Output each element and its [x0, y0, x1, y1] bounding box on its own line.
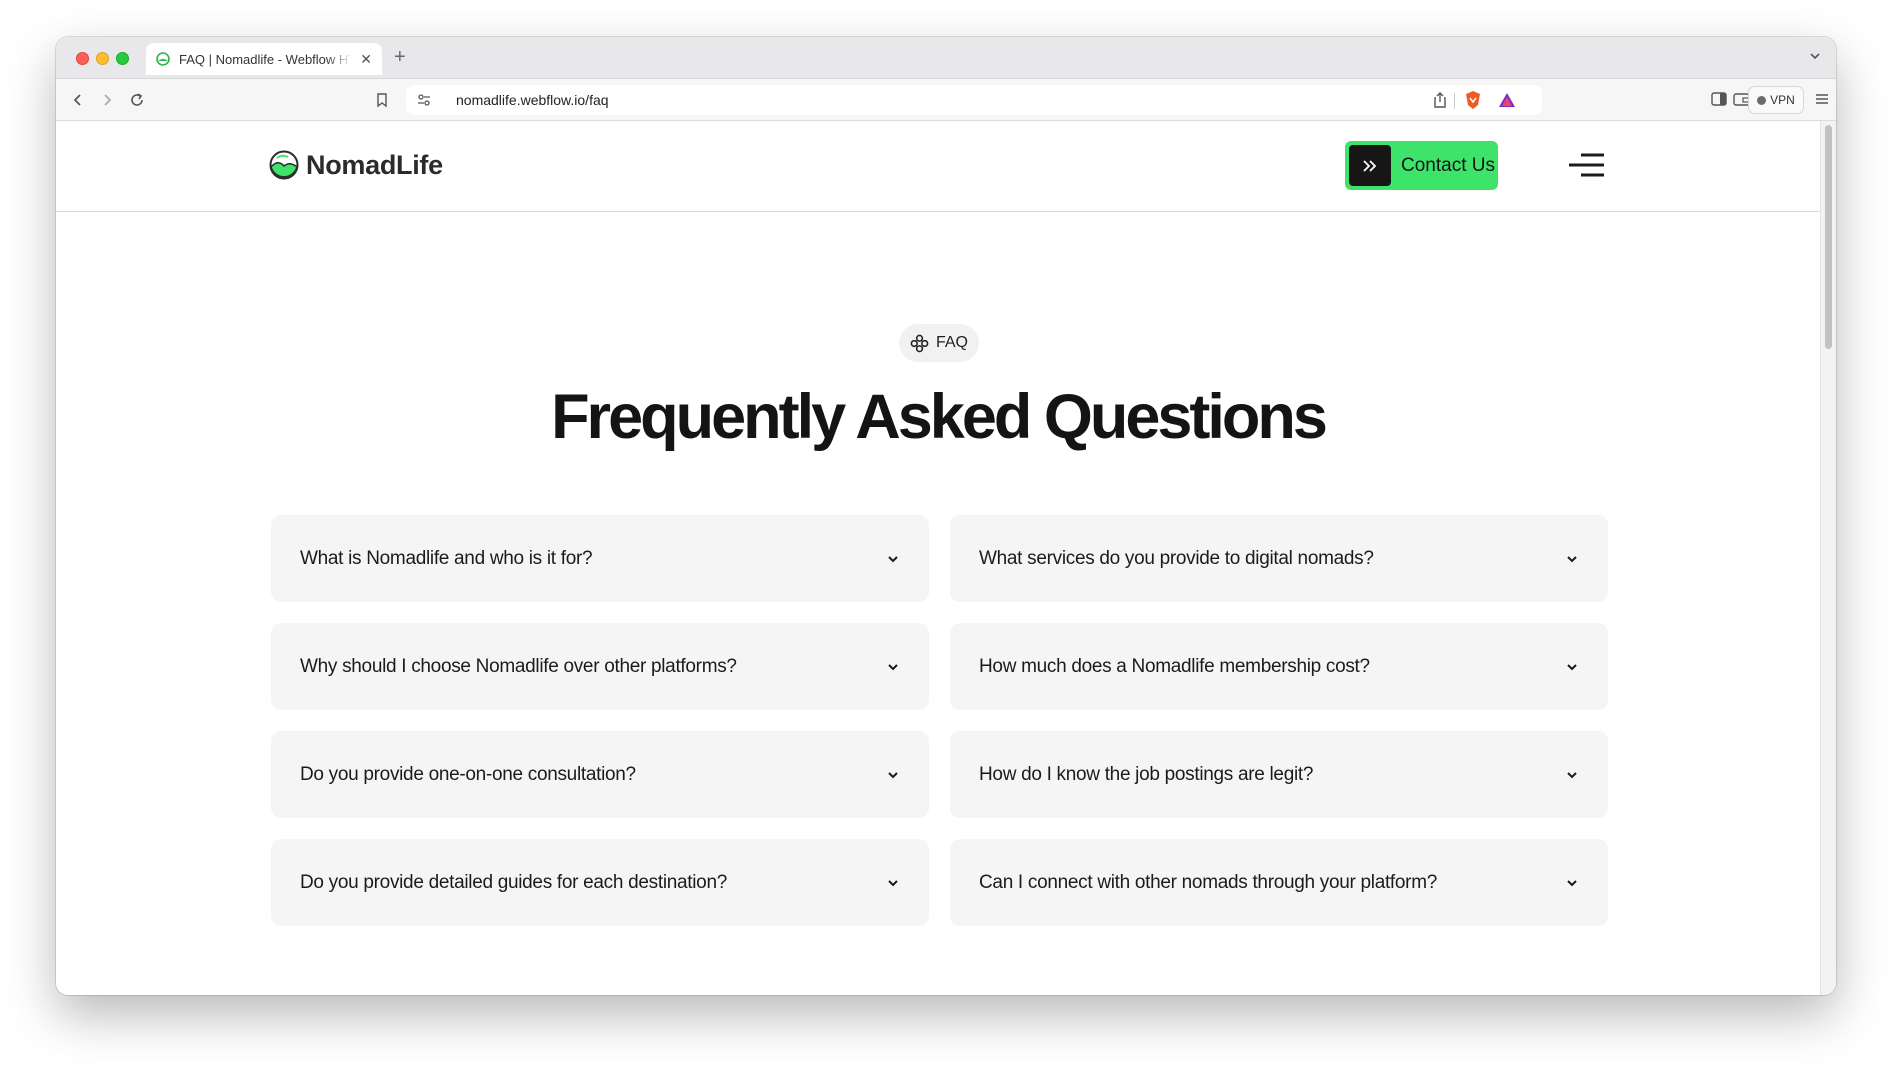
page-title: Frequently Asked Questions [551, 382, 1328, 452]
chevron-down-icon [888, 771, 898, 778]
logo-text: NomadLife [306, 149, 443, 180]
address-bar[interactable]: nomadlife.webflow.io/faq [406, 85, 1542, 115]
divider [1454, 93, 1455, 109]
tab-close-icon[interactable]: ✕ [360, 51, 372, 68]
nomadlife-logo-icon [269, 150, 299, 180]
page-content: NomadLife Contact Us FAQ Frequently Aske [56, 121, 1820, 995]
puzzle-icon [910, 334, 929, 352]
faq-question: Do you provide detailed guides for each … [300, 871, 727, 893]
bookmark-icon[interactable] [372, 90, 392, 110]
brave-rewards-icon[interactable] [1498, 91, 1516, 114]
url-text: nomadlife.webflow.io/faq [456, 92, 609, 108]
faq-question: What services do you provide to digital … [979, 547, 1374, 569]
site-logo[interactable]: NomadLife [268, 149, 443, 181]
faq-item[interactable]: Do you provide detailed guides for each … [271, 839, 929, 926]
faq-question: How do I know the job postings are legit… [979, 763, 1314, 785]
tab-bar: FAQ | Nomadlife - Webflow HTML website t… [56, 37, 1836, 79]
chevron-down-icon [1567, 555, 1577, 562]
faq-item[interactable]: How much does a Nomadlife membership cos… [950, 623, 1608, 710]
close-window-button[interactable] [76, 52, 89, 65]
vpn-button[interactable]: VPN [1748, 86, 1804, 114]
chevron-down-icon [1567, 771, 1577, 778]
zoom-window-button[interactable] [116, 52, 129, 65]
faq-question: Do you provide one-on-one consultation? [300, 763, 636, 785]
faq-question: Why should I choose Nomadlife over other… [300, 655, 737, 677]
tab-title: FAQ | Nomadlife - Webflow HTML website t… [179, 51, 352, 67]
chevron-down-icon [888, 555, 898, 562]
tab-active[interactable]: FAQ | Nomadlife - Webflow HTML website t… [146, 43, 382, 75]
faq-badge-label: FAQ [935, 334, 968, 351]
back-icon[interactable] [68, 90, 88, 110]
forward-icon[interactable] [97, 90, 117, 110]
tab-list-chevron-icon[interactable] [1808, 49, 1822, 63]
hamburger-menu-icon[interactable] [1569, 152, 1605, 178]
brave-shields-icon[interactable] [1464, 90, 1482, 115]
page-scrollbar[interactable] [1820, 121, 1836, 995]
menu-icon[interactable] [1814, 91, 1830, 112]
chevron-down-icon [1567, 663, 1577, 670]
chevron-down-icon [1567, 879, 1577, 886]
nomadlife-favicon-icon [156, 52, 170, 66]
faq-item[interactable]: Can I connect with other nomads through … [950, 839, 1608, 926]
chevron-down-icon [888, 879, 898, 886]
sidebar-toggle-icon[interactable] [1711, 92, 1727, 111]
contact-us-label: Contact Us [1401, 154, 1495, 176]
faq-item[interactable]: Why should I choose Nomadlife over other… [271, 623, 929, 710]
browser-toolbar: nomadlife.webflow.io/faq VPN [56, 79, 1836, 121]
reload-icon[interactable] [127, 90, 147, 110]
site-settings-icon[interactable] [416, 92, 432, 113]
faq-item[interactable]: How do I know the job postings are legit… [950, 731, 1608, 818]
vpn-status-icon [1757, 95, 1767, 105]
faq-badge: FAQ [899, 324, 979, 362]
chevron-down-icon [888, 663, 898, 670]
browser-window: FAQ | Nomadlife - Webflow HTML website t… [56, 37, 1836, 995]
share-icon[interactable] [1432, 91, 1448, 114]
minimize-window-button[interactable] [96, 52, 109, 65]
scrollbar-thumb[interactable] [1825, 125, 1832, 349]
faq-item[interactable]: What services do you provide to digital … [950, 515, 1608, 602]
new-tab-button[interactable]: + [394, 46, 406, 69]
faq-item[interactable]: Do you provide one-on-one consultation? [271, 731, 929, 818]
site-header: NomadLife Contact Us [56, 121, 1820, 212]
faq-question: How much does a Nomadlife membership cos… [979, 655, 1370, 677]
contact-us-button[interactable]: Contact Us [1345, 141, 1498, 190]
faq-question: Can I connect with other nomads through … [979, 871, 1438, 893]
vpn-label: VPN [1770, 93, 1795, 107]
faq-question: What is Nomadlife and who is it for? [300, 547, 593, 569]
faq-item[interactable]: What is Nomadlife and who is it for? [271, 515, 929, 602]
double-chevron-right-icon [1349, 145, 1391, 186]
